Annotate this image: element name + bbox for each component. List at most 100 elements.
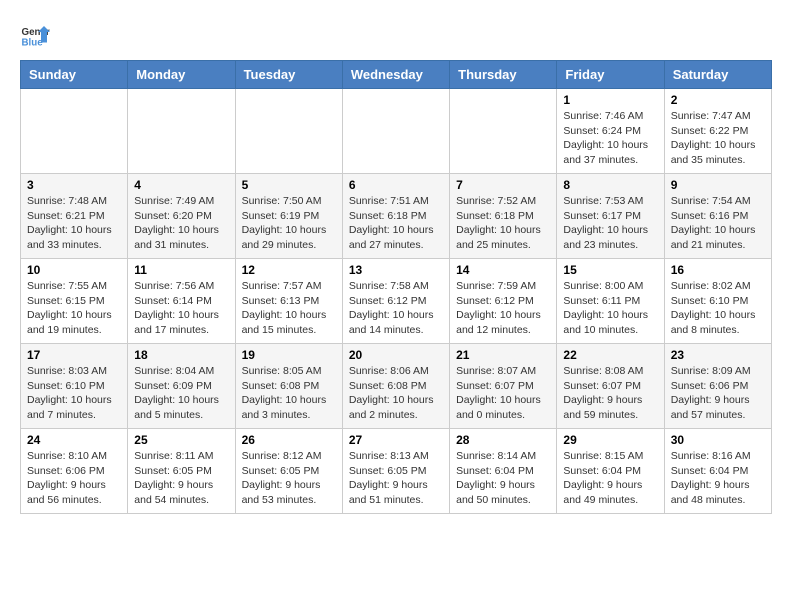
calendar-week-row: 24 Sunrise: 8:10 AM Sunset: 6:06 PM Dayli… xyxy=(21,429,772,514)
day-number: 16 xyxy=(671,263,765,277)
day-number: 27 xyxy=(349,433,443,447)
day-number: 7 xyxy=(456,178,550,192)
day-number: 2 xyxy=(671,93,765,107)
day-number: 1 xyxy=(563,93,657,107)
calendar-cell: 18 Sunrise: 8:04 AM Sunset: 6:09 PM Dayli… xyxy=(128,344,235,429)
calendar-cell: 24 Sunrise: 8:10 AM Sunset: 6:06 PM Dayli… xyxy=(21,429,128,514)
calendar-cell: 16 Sunrise: 8:02 AM Sunset: 6:10 PM Dayli… xyxy=(664,259,771,344)
day-number: 24 xyxy=(27,433,121,447)
weekday-header-thursday: Thursday xyxy=(450,61,557,89)
day-info: Sunrise: 7:46 AM Sunset: 6:24 PM Dayligh… xyxy=(563,109,657,168)
day-number: 23 xyxy=(671,348,765,362)
day-number: 26 xyxy=(242,433,336,447)
calendar-cell: 12 Sunrise: 7:57 AM Sunset: 6:13 PM Dayli… xyxy=(235,259,342,344)
day-number: 13 xyxy=(349,263,443,277)
day-number: 21 xyxy=(456,348,550,362)
day-info: Sunrise: 8:05 AM Sunset: 6:08 PM Dayligh… xyxy=(242,364,336,423)
weekday-header-friday: Friday xyxy=(557,61,664,89)
day-number: 5 xyxy=(242,178,336,192)
logo-icon: General Blue xyxy=(20,20,50,50)
calendar-week-row: 3 Sunrise: 7:48 AM Sunset: 6:21 PM Daylig… xyxy=(21,174,772,259)
calendar-cell xyxy=(21,89,128,174)
weekday-header-sunday: Sunday xyxy=(21,61,128,89)
day-info: Sunrise: 8:11 AM Sunset: 6:05 PM Dayligh… xyxy=(134,449,228,508)
calendar-table: SundayMondayTuesdayWednesdayThursdayFrid… xyxy=(20,60,772,514)
calendar-cell: 11 Sunrise: 7:56 AM Sunset: 6:14 PM Dayli… xyxy=(128,259,235,344)
calendar-week-row: 17 Sunrise: 8:03 AM Sunset: 6:10 PM Dayli… xyxy=(21,344,772,429)
day-info: Sunrise: 8:08 AM Sunset: 6:07 PM Dayligh… xyxy=(563,364,657,423)
day-info: Sunrise: 8:13 AM Sunset: 6:05 PM Dayligh… xyxy=(349,449,443,508)
day-number: 10 xyxy=(27,263,121,277)
day-number: 3 xyxy=(27,178,121,192)
day-number: 25 xyxy=(134,433,228,447)
day-info: Sunrise: 7:57 AM Sunset: 6:13 PM Dayligh… xyxy=(242,279,336,338)
calendar-week-row: 10 Sunrise: 7:55 AM Sunset: 6:15 PM Dayli… xyxy=(21,259,772,344)
day-info: Sunrise: 8:09 AM Sunset: 6:06 PM Dayligh… xyxy=(671,364,765,423)
day-info: Sunrise: 8:03 AM Sunset: 6:10 PM Dayligh… xyxy=(27,364,121,423)
calendar-cell: 30 Sunrise: 8:16 AM Sunset: 6:04 PM Dayli… xyxy=(664,429,771,514)
day-number: 28 xyxy=(456,433,550,447)
calendar-header-row: SundayMondayTuesdayWednesdayThursdayFrid… xyxy=(21,61,772,89)
day-info: Sunrise: 7:53 AM Sunset: 6:17 PM Dayligh… xyxy=(563,194,657,253)
day-info: Sunrise: 8:15 AM Sunset: 6:04 PM Dayligh… xyxy=(563,449,657,508)
day-info: Sunrise: 7:51 AM Sunset: 6:18 PM Dayligh… xyxy=(349,194,443,253)
day-number: 20 xyxy=(349,348,443,362)
day-info: Sunrise: 8:16 AM Sunset: 6:04 PM Dayligh… xyxy=(671,449,765,508)
calendar-cell: 9Sunrise: 7:54 AM Sunset: 6:16 PM Daylig… xyxy=(664,174,771,259)
logo: General Blue xyxy=(20,20,50,50)
calendar-cell xyxy=(128,89,235,174)
day-info: Sunrise: 7:59 AM Sunset: 6:12 PM Dayligh… xyxy=(456,279,550,338)
day-info: Sunrise: 8:00 AM Sunset: 6:11 PM Dayligh… xyxy=(563,279,657,338)
calendar-cell: 15 Sunrise: 8:00 AM Sunset: 6:11 PM Dayli… xyxy=(557,259,664,344)
calendar-week-row: 1 Sunrise: 7:46 AM Sunset: 6:24 PM Daylig… xyxy=(21,89,772,174)
calendar-cell: 7 Sunrise: 7:52 AM Sunset: 6:18 PM Daylig… xyxy=(450,174,557,259)
day-number: 14 xyxy=(456,263,550,277)
svg-text:Blue: Blue xyxy=(22,38,44,49)
day-info: Sunrise: 7:54 AM Sunset: 6:16 PM Dayligh… xyxy=(671,194,765,253)
day-info: Sunrise: 8:07 AM Sunset: 6:07 PM Dayligh… xyxy=(456,364,550,423)
calendar-cell: 29 Sunrise: 8:15 AM Sunset: 6:04 PM Dayli… xyxy=(557,429,664,514)
calendar-cell: 1 Sunrise: 7:46 AM Sunset: 6:24 PM Daylig… xyxy=(557,89,664,174)
day-info: Sunrise: 7:56 AM Sunset: 6:14 PM Dayligh… xyxy=(134,279,228,338)
day-number: 18 xyxy=(134,348,228,362)
calendar-cell: 2 Sunrise: 7:47 AM Sunset: 6:22 PM Daylig… xyxy=(664,89,771,174)
calendar-cell: 17 Sunrise: 8:03 AM Sunset: 6:10 PM Dayli… xyxy=(21,344,128,429)
day-number: 17 xyxy=(27,348,121,362)
calendar-cell: 28 Sunrise: 8:14 AM Sunset: 6:04 PM Dayli… xyxy=(450,429,557,514)
calendar-cell: 26Sunrise: 8:12 AM Sunset: 6:05 PM Dayli… xyxy=(235,429,342,514)
calendar-cell: 19 Sunrise: 8:05 AM Sunset: 6:08 PM Dayli… xyxy=(235,344,342,429)
day-number: 15 xyxy=(563,263,657,277)
day-number: 22 xyxy=(563,348,657,362)
calendar-cell: 13 Sunrise: 7:58 AM Sunset: 6:12 PM Dayli… xyxy=(342,259,449,344)
day-info: Sunrise: 8:04 AM Sunset: 6:09 PM Dayligh… xyxy=(134,364,228,423)
calendar-cell: 25 Sunrise: 8:11 AM Sunset: 6:05 PM Dayli… xyxy=(128,429,235,514)
calendar-cell: 22 Sunrise: 8:08 AM Sunset: 6:07 PM Dayli… xyxy=(557,344,664,429)
calendar-cell: 3 Sunrise: 7:48 AM Sunset: 6:21 PM Daylig… xyxy=(21,174,128,259)
day-number: 29 xyxy=(563,433,657,447)
calendar-cell: 8Sunrise: 7:53 AM Sunset: 6:17 PM Daylig… xyxy=(557,174,664,259)
day-number: 4 xyxy=(134,178,228,192)
weekday-header-tuesday: Tuesday xyxy=(235,61,342,89)
calendar-cell: 10 Sunrise: 7:55 AM Sunset: 6:15 PM Dayli… xyxy=(21,259,128,344)
day-info: Sunrise: 7:58 AM Sunset: 6:12 PM Dayligh… xyxy=(349,279,443,338)
day-number: 11 xyxy=(134,263,228,277)
calendar-cell: 5Sunrise: 7:50 AM Sunset: 6:19 PM Daylig… xyxy=(235,174,342,259)
day-info: Sunrise: 8:14 AM Sunset: 6:04 PM Dayligh… xyxy=(456,449,550,508)
day-info: Sunrise: 7:55 AM Sunset: 6:15 PM Dayligh… xyxy=(27,279,121,338)
calendar-cell: 21 Sunrise: 8:07 AM Sunset: 6:07 PM Dayli… xyxy=(450,344,557,429)
day-info: Sunrise: 7:49 AM Sunset: 6:20 PM Dayligh… xyxy=(134,194,228,253)
day-info: Sunrise: 7:52 AM Sunset: 6:18 PM Dayligh… xyxy=(456,194,550,253)
day-info: Sunrise: 7:48 AM Sunset: 6:21 PM Dayligh… xyxy=(27,194,121,253)
weekday-header-wednesday: Wednesday xyxy=(342,61,449,89)
day-number: 12 xyxy=(242,263,336,277)
day-number: 19 xyxy=(242,348,336,362)
weekday-header-monday: Monday xyxy=(128,61,235,89)
calendar-cell xyxy=(235,89,342,174)
day-info: Sunrise: 8:10 AM Sunset: 6:06 PM Dayligh… xyxy=(27,449,121,508)
weekday-header-saturday: Saturday xyxy=(664,61,771,89)
day-info: Sunrise: 7:47 AM Sunset: 6:22 PM Dayligh… xyxy=(671,109,765,168)
day-info: Sunrise: 8:02 AM Sunset: 6:10 PM Dayligh… xyxy=(671,279,765,338)
calendar-cell: 6 Sunrise: 7:51 AM Sunset: 6:18 PM Daylig… xyxy=(342,174,449,259)
day-number: 30 xyxy=(671,433,765,447)
day-number: 6 xyxy=(349,178,443,192)
